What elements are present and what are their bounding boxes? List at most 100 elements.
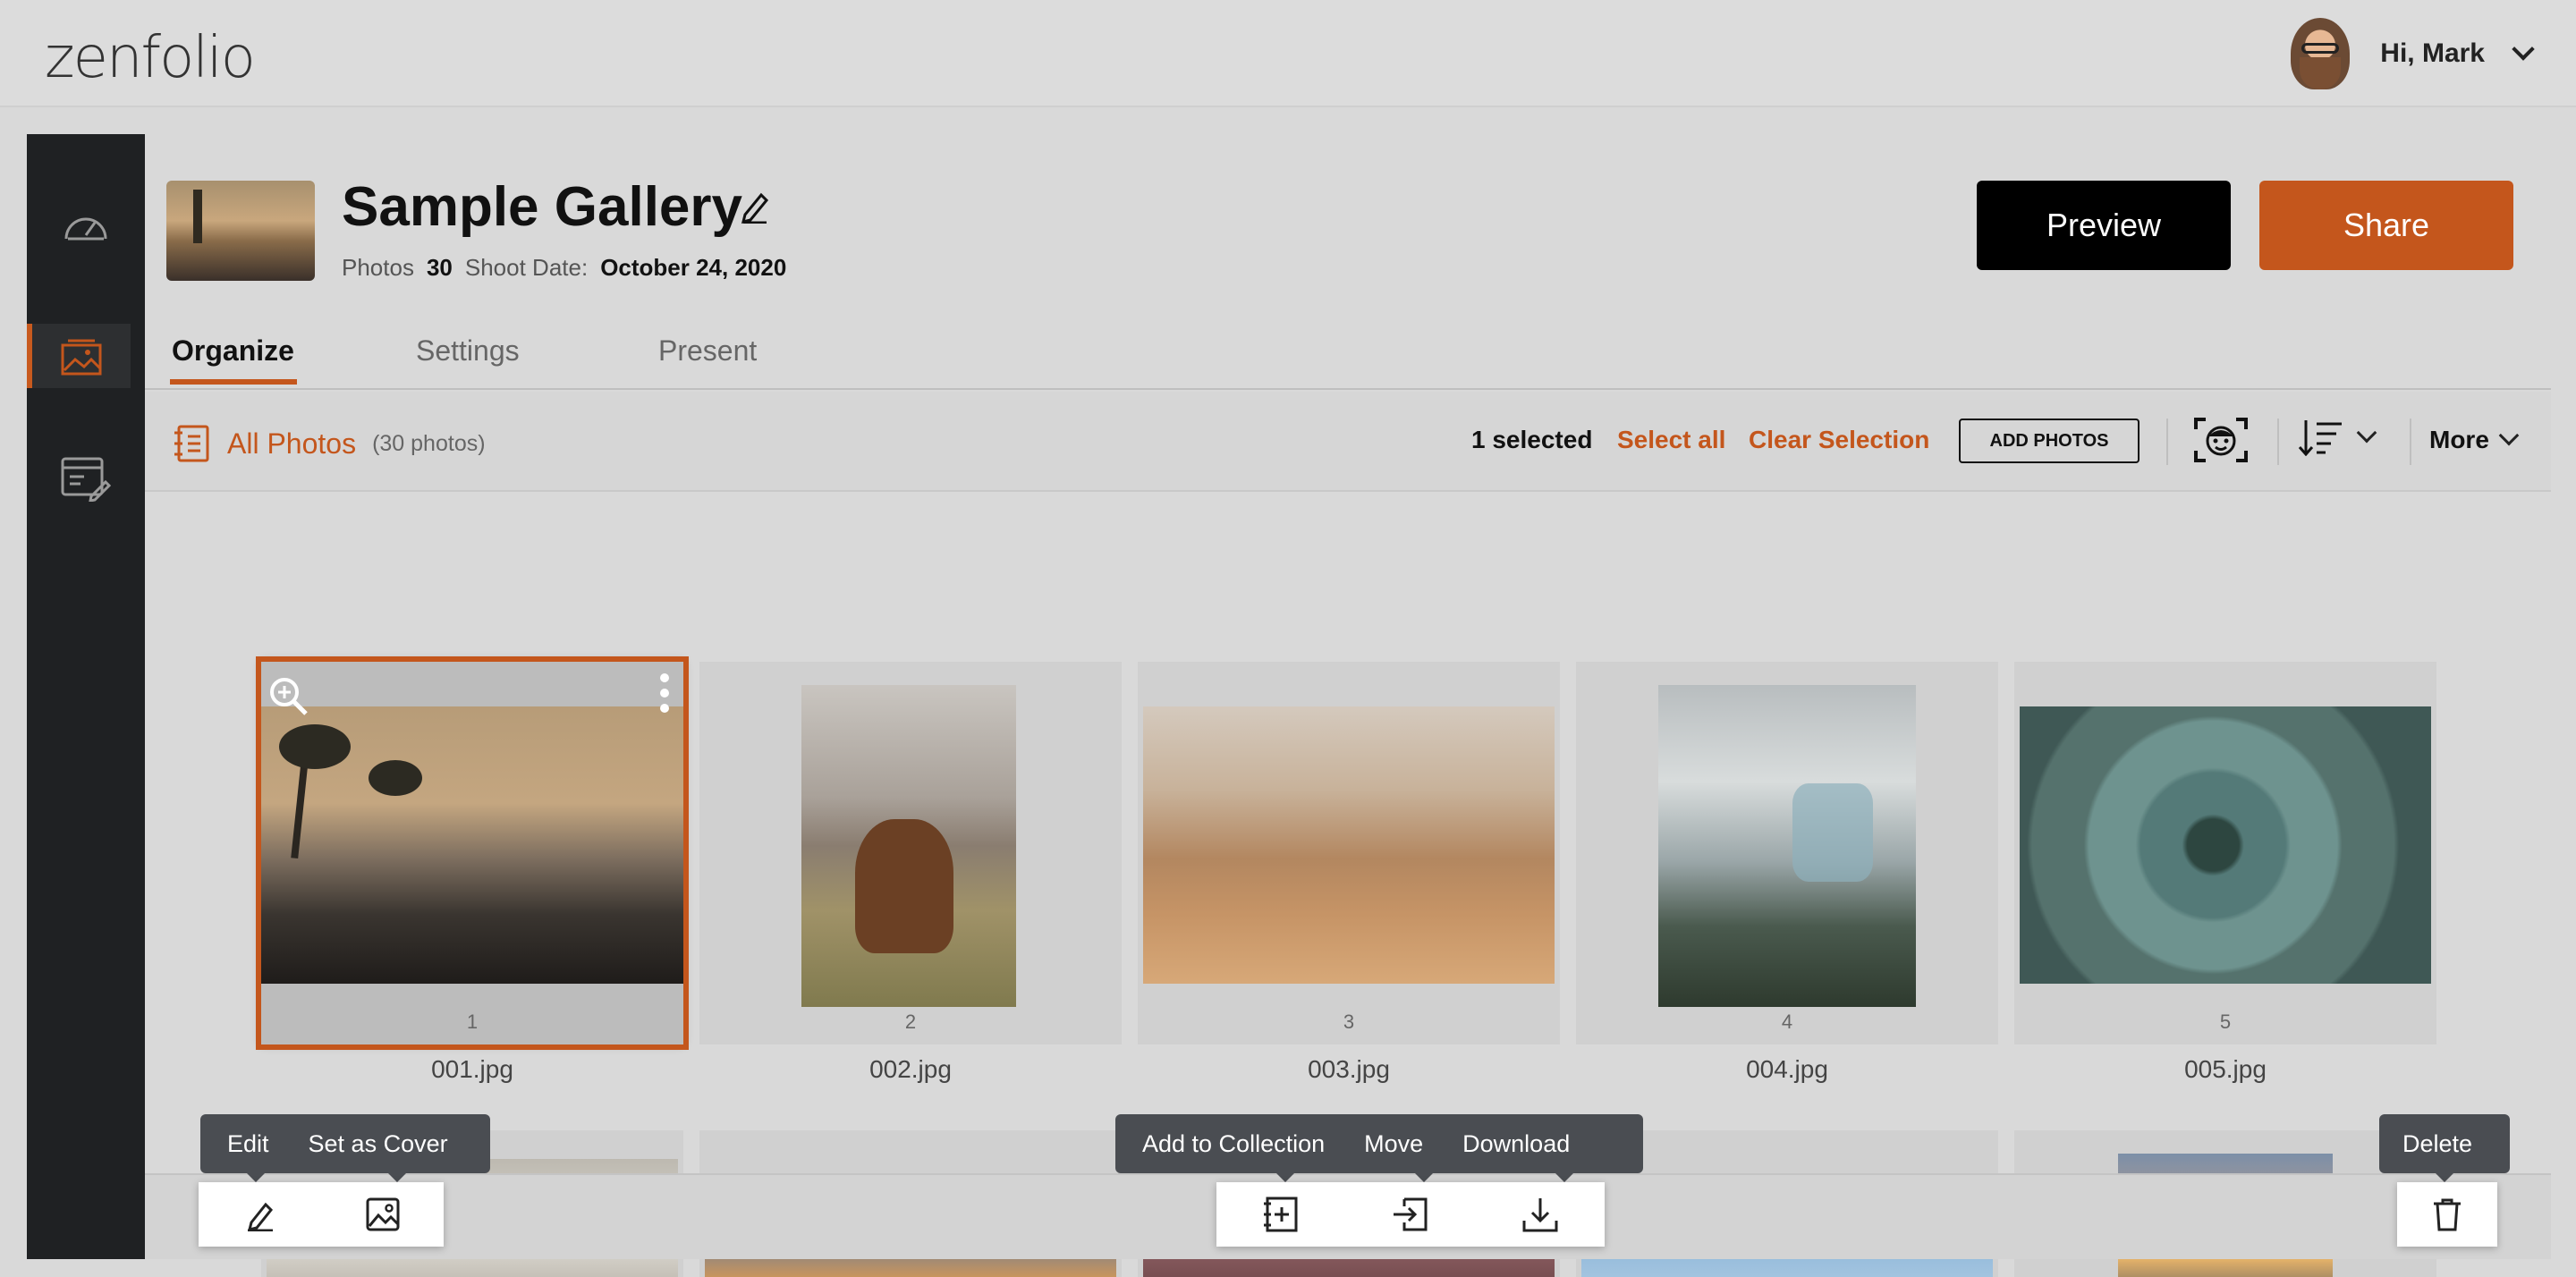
tooltip-arrow: [388, 1173, 406, 1182]
photo-thumbnail[interactable]: [261, 706, 683, 984]
photo-filename: 005.jpg: [2184, 1055, 2267, 1083]
photo-filename: 004.jpg: [1746, 1055, 1828, 1083]
photo-filename: 002.jpg: [869, 1055, 952, 1083]
delete-actions-group: [2397, 1182, 2497, 1247]
user-menu[interactable]: Hi, Mark: [2291, 18, 2535, 89]
all-photos-label[interactable]: All Photos: [227, 427, 356, 461]
download-icon: [1522, 1198, 1558, 1232]
trash-icon: [2434, 1198, 2461, 1231]
add-to-collection-tooltip: Add to Collection: [1142, 1129, 1326, 1157]
tab-settings[interactable]: Settings: [416, 334, 520, 368]
download-button[interactable]: [1504, 1188, 1576, 1241]
photos-label: Photos: [342, 254, 414, 281]
kebab-menu-icon[interactable]: [658, 671, 671, 715]
add-photos-button[interactable]: ADD PHOTOS: [1959, 419, 2140, 463]
avatar[interactable]: [2291, 18, 2351, 89]
tooltip-arrow: [1555, 1173, 1573, 1182]
add-to-collection-button[interactable]: [1245, 1188, 1317, 1241]
user-greeting[interactable]: Hi, Mark: [2380, 38, 2485, 69]
delete-tooltip: Delete: [2402, 1129, 2473, 1157]
all-photos-selector[interactable]: All Photos (30 photos): [172, 424, 486, 463]
gallery-meta: Photos 30 Shoot Date: October 24, 2020: [342, 254, 786, 282]
photo-card[interactable]: 1: [256, 656, 689, 1050]
tooltip-delete: Delete: [2379, 1114, 2510, 1182]
pencil-icon: [247, 1202, 273, 1231]
sidebar: [27, 134, 145, 1259]
more-menu[interactable]: More: [2429, 425, 2520, 454]
more-label: More: [2429, 426, 2489, 453]
chevron-down-icon: [2356, 422, 2377, 444]
photo-card[interactable]: 4: [1576, 662, 1998, 1044]
share-button[interactable]: Share: [2259, 181, 2513, 270]
active-tab-indicator: [170, 379, 297, 385]
tooltip-arrow: [2436, 1173, 2453, 1182]
photo-number: 4: [1781, 1011, 1793, 1033]
sidebar-item-dashboard[interactable]: [27, 194, 145, 258]
web-edit-icon: [61, 457, 111, 502]
main-panel: Sample Gallery Photos 30 Shoot Date: Oct…: [145, 134, 2551, 1277]
photo-thumbnail[interactable]: [801, 685, 1016, 1007]
move-icon: [1393, 1197, 1428, 1231]
album-icon: [174, 425, 209, 462]
clear-selection-link[interactable]: Clear Selection: [1749, 426, 1929, 454]
photo-number: 3: [1343, 1011, 1355, 1033]
divider: [2166, 419, 2168, 465]
edit-button[interactable]: [225, 1188, 296, 1241]
sidebar-item-website[interactable]: [27, 447, 145, 512]
pencil-icon[interactable]: [740, 190, 770, 224]
tab-present[interactable]: Present: [658, 334, 757, 368]
zoom-in-icon[interactable]: [268, 676, 309, 717]
page-title: Sample Gallery: [342, 176, 743, 238]
sort-icon: [2298, 420, 2342, 456]
divider: [2410, 419, 2411, 465]
photo-filename: 003.jpg: [1308, 1055, 1390, 1083]
photo-thumbnail[interactable]: [1143, 706, 1555, 984]
preview-button[interactable]: Preview: [1977, 181, 2231, 270]
move-tooltip: Move: [1364, 1129, 1424, 1157]
tooltip-edit-cover: Edit Set as Cover: [200, 1114, 490, 1182]
chevron-down-icon: [2498, 425, 2520, 446]
edit-actions-group: [199, 1182, 444, 1247]
photo-card[interactable]: 3: [1138, 662, 1560, 1044]
photo-number: 2: [904, 1011, 917, 1033]
divider: [2277, 419, 2279, 465]
shoot-date-label: Shoot Date:: [464, 254, 589, 281]
image-icon: [366, 1197, 399, 1231]
tooltip-arrow: [1415, 1173, 1433, 1182]
set-as-cover-tooltip: Set as Cover: [308, 1129, 448, 1157]
organize-actions-group: [1216, 1182, 1605, 1247]
speedometer-icon: [64, 217, 107, 241]
tab-bar: Organize Settings Present: [145, 318, 2551, 390]
zenfolio-logo[interactable]: zenfolio: [45, 25, 256, 91]
shoot-date: October 24, 2020: [600, 254, 787, 281]
photo-number: 1: [466, 1011, 479, 1033]
photo-filename: 001.jpg: [431, 1055, 513, 1083]
delete-button[interactable]: [2411, 1188, 2483, 1241]
all-photos-count: (30 photos): [372, 430, 486, 456]
set-as-cover-button[interactable]: [347, 1188, 419, 1241]
photo-card[interactable]: 2: [699, 662, 1122, 1044]
add-collection-icon: [1264, 1197, 1298, 1232]
sort-menu[interactable]: [2297, 419, 2377, 456]
gallery-icon: [61, 339, 102, 376]
tooltip-arrow: [1276, 1173, 1294, 1182]
download-tooltip: Download: [1462, 1129, 1571, 1157]
move-button[interactable]: [1375, 1188, 1446, 1241]
photo-thumbnail[interactable]: [2020, 706, 2431, 984]
photo-card[interactable]: 5: [2014, 662, 2436, 1044]
tooltip-collection-group: Add to Collection Move Download: [1115, 1114, 1643, 1182]
tab-organize[interactable]: Organize: [172, 334, 294, 368]
photo-toolbar: All Photos (30 photos) 1 selected Select…: [145, 392, 2551, 492]
photo-number: 5: [2219, 1011, 2232, 1033]
select-all-link[interactable]: Select all: [1617, 426, 1725, 454]
photo-thumbnail[interactable]: [1658, 685, 1916, 1007]
top-bar: zenfolio Hi, Mark: [0, 0, 2576, 107]
face-recognition-icon[interactable]: [2193, 417, 2249, 463]
gallery-cover-thumbnail: [166, 181, 315, 281]
chevron-down-icon[interactable]: [2512, 38, 2535, 61]
tooltip-arrow: [247, 1173, 265, 1182]
edit-tooltip: Edit: [227, 1129, 269, 1157]
sidebar-item-galleries[interactable]: [27, 324, 131, 388]
photos-count: 30: [426, 254, 453, 281]
selected-count: 1 selected: [1471, 426, 1593, 453]
